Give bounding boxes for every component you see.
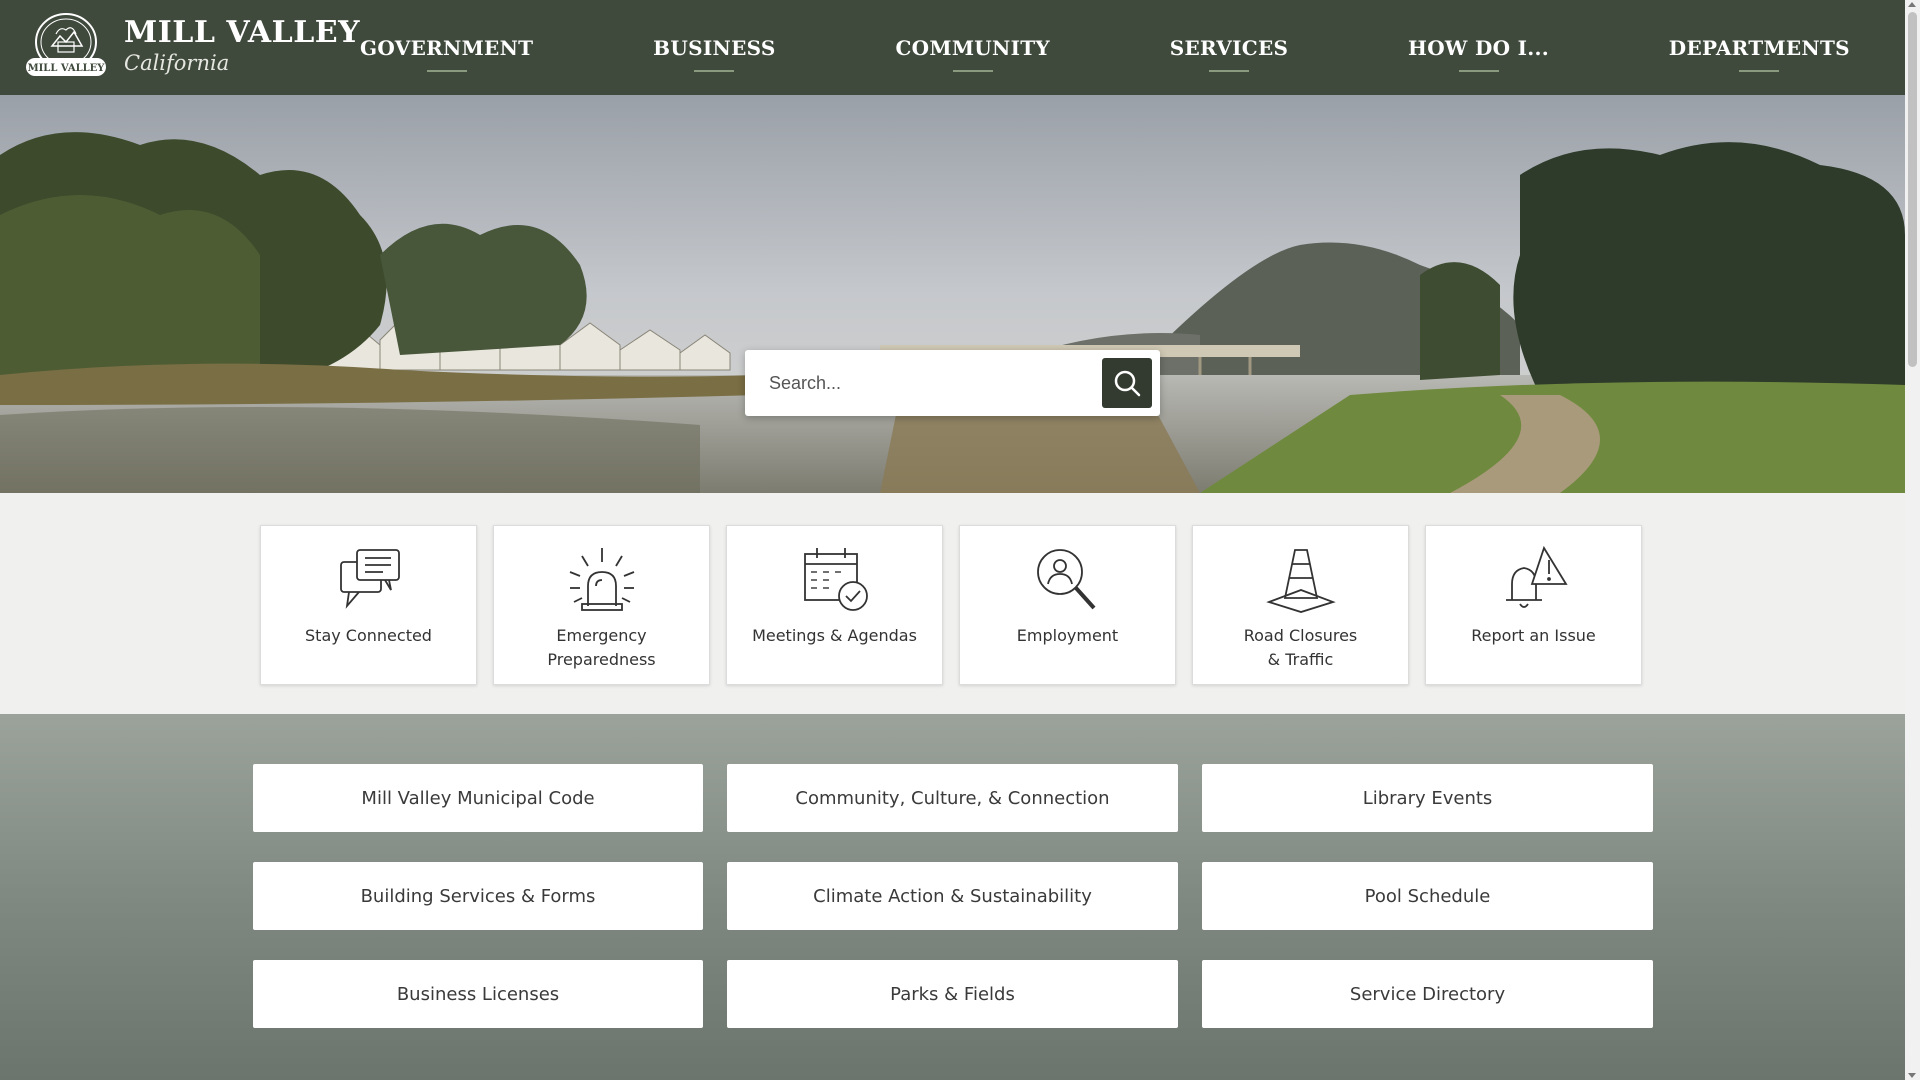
nav-item-government[interactable]: GOVERNMENT	[360, 30, 533, 66]
quick-link-label: Stay Connected	[305, 626, 432, 645]
quick-link-meetings-agendas[interactable]: Meetings & Agendas	[726, 525, 943, 685]
quick-link-label: Emergency Preparedness	[547, 626, 656, 669]
quick-link-label: Report an Issue	[1471, 626, 1596, 645]
nav-item-community[interactable]: COMMUNITY	[895, 30, 1050, 66]
quick-link-emergency-preparedness[interactable]: Emergency Preparedness	[493, 525, 710, 685]
city-seal-icon: MILL VALLEY	[26, 13, 106, 76]
quick-link-label: Meetings & Agendas	[752, 626, 917, 645]
link-button-building-services[interactable]: Building Services & Forms	[253, 862, 703, 930]
link-button-climate-action[interactable]: Climate Action & Sustainability	[727, 862, 1178, 930]
link-button-municipal-code[interactable]: Mill Valley Municipal Code	[253, 764, 703, 832]
link-button-service-directory[interactable]: Service Directory	[1202, 960, 1653, 1028]
nav-item-how-do-i[interactable]: HOW DO I...	[1408, 30, 1549, 66]
traffic-cone-icon	[1265, 549, 1336, 613]
search-box	[745, 350, 1160, 416]
quick-link-label: Road Closures & Traffic	[1243, 626, 1358, 669]
site-title: MILL VALLEY	[124, 15, 361, 50]
link-button-parks-fields[interactable]: Parks & Fields	[727, 960, 1178, 1028]
person-search-icon	[1036, 549, 1095, 610]
nav-item-business[interactable]: BUSINESS	[653, 30, 776, 66]
nav-item-departments[interactable]: DEPARTMENTS	[1669, 30, 1850, 66]
search-icon	[1114, 370, 1141, 397]
site-header: MILL VALLEY MILL VALLEY California GOVER…	[0, 0, 1905, 95]
link-button-business-licenses[interactable]: Business Licenses	[253, 960, 703, 1028]
quick-link-road-closures[interactable]: Road Closures & Traffic	[1192, 525, 1409, 685]
hero-landscape-image	[0, 95, 1905, 493]
chat-bubbles-icon	[339, 549, 400, 609]
search-input[interactable]	[769, 363, 1089, 403]
main-nav: GOVERNMENT BUSINESS COMMUNITY SERVICES H…	[360, 0, 1860, 95]
page-scrollbar[interactable]	[1905, 0, 1920, 1080]
quick-link-stay-connected[interactable]: Stay Connected	[260, 525, 477, 685]
link-button-library-events[interactable]: Library Events	[1202, 764, 1653, 832]
quick-link-label: Employment	[1016, 626, 1119, 645]
scroll-up-arrow-icon[interactable]	[1908, 2, 1916, 7]
quick-links-section: Stay Connected Emergency Preparedness Me…	[0, 493, 1905, 714]
site-logo[interactable]: MILL VALLEY MILL VALLEY California	[22, 12, 360, 80]
search-button[interactable]	[1102, 358, 1152, 408]
quick-link-employment[interactable]: Employment	[959, 525, 1176, 685]
popular-links-section: Mill Valley Municipal Code Community, Cu…	[0, 714, 1905, 1080]
link-button-pool-schedule[interactable]: Pool Schedule	[1202, 862, 1653, 930]
alarm-siren-icon	[569, 548, 634, 611]
bell-alert-icon	[1505, 545, 1568, 608]
quick-link-report-issue[interactable]: Report an Issue	[1425, 525, 1642, 685]
hero-banner	[0, 95, 1905, 493]
scroll-down-arrow-icon[interactable]	[1908, 1073, 1916, 1078]
site-subtitle: California	[124, 51, 230, 75]
nav-item-services[interactable]: SERVICES	[1170, 30, 1288, 66]
calendar-check-icon	[803, 548, 868, 611]
seal-text: MILL VALLEY	[28, 63, 106, 74]
link-button-community-culture[interactable]: Community, Culture, & Connection	[727, 764, 1178, 832]
scrollbar-thumb[interactable]	[1908, 12, 1917, 367]
